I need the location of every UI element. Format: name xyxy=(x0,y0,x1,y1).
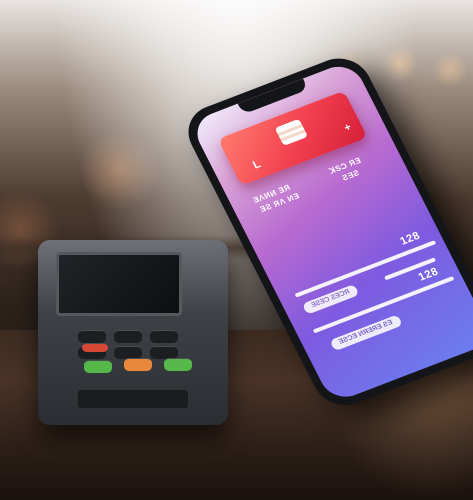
terminal-orange-key xyxy=(124,358,152,371)
card-plus: + xyxy=(342,121,354,135)
card-chip-icon xyxy=(274,118,309,146)
terminal-red-key xyxy=(82,343,108,352)
payment-terminal xyxy=(38,240,228,425)
terminal-screen xyxy=(56,252,182,316)
terminal-key xyxy=(150,330,178,343)
scene: L + ƎΛИИ ƎЯ ƎƧ ЯɅ ИƎ ꓘЅƆ ЯƎ ƧƎƧ 128 ƎƧƎƆ… xyxy=(0,0,473,500)
terminal-key xyxy=(114,330,142,343)
terminal-key xyxy=(78,330,106,343)
terminal-green-key xyxy=(84,360,112,373)
terminal-card-slot xyxy=(78,390,188,408)
terminal-green-key xyxy=(164,358,192,371)
card-letter: L xyxy=(251,158,263,172)
